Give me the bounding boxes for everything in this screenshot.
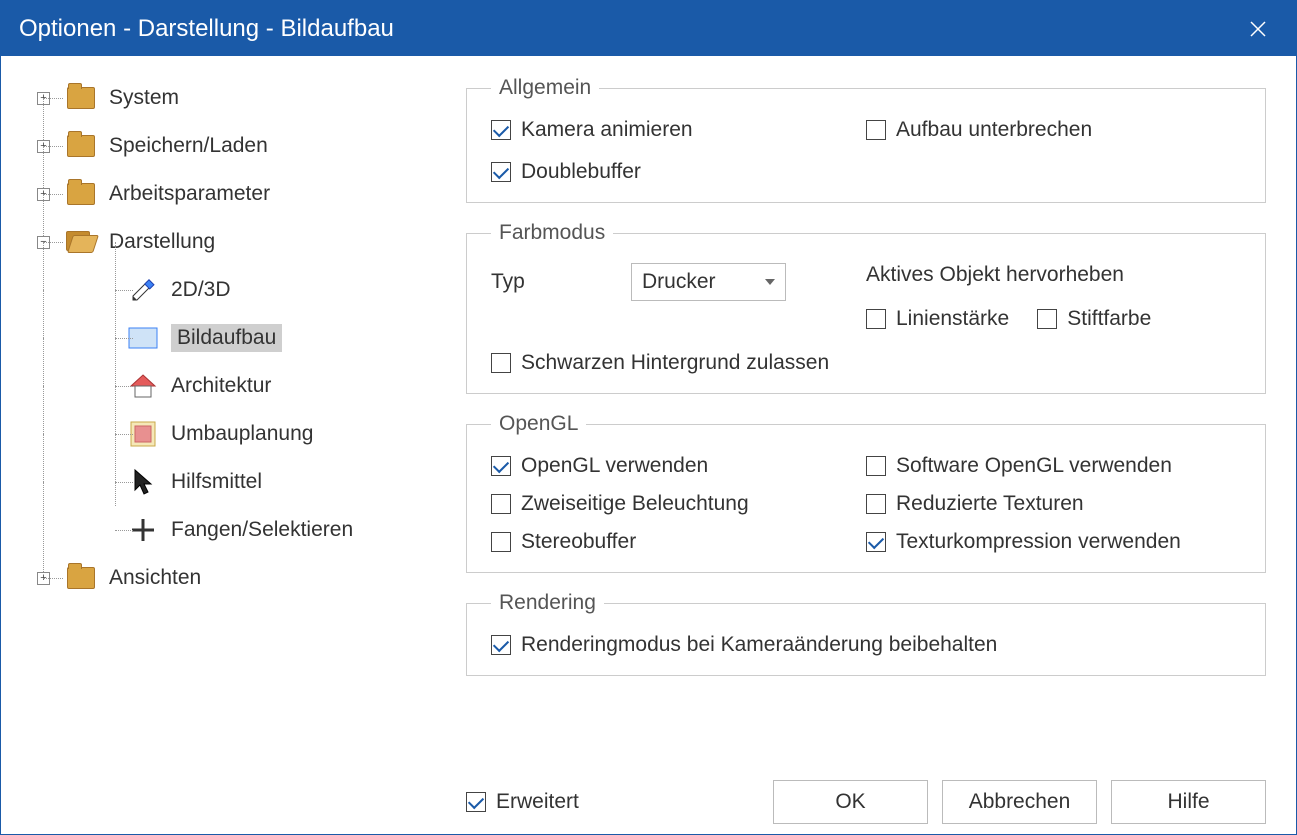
ok-button[interactable]: OK xyxy=(773,780,928,824)
folder-icon xyxy=(65,562,97,594)
typ-label: Typ xyxy=(491,270,561,294)
dialog-footer: Erweitert OK Abbrechen Hilfe xyxy=(466,764,1266,824)
tree-label: Fangen/Selektieren xyxy=(171,518,353,542)
group-opengl: OpenGL OpenGL verwenden Zweiseitige Bele… xyxy=(466,412,1266,573)
checkbox-label: Renderingmodus bei Kameraänderung beibeh… xyxy=(521,633,997,657)
folder-icon xyxy=(65,130,97,162)
group-legend: Farbmodus xyxy=(491,221,613,245)
folder-icon xyxy=(65,82,97,114)
tree-label: Arbeitsparameter xyxy=(109,182,270,206)
aktives-objekt-heading: Aktives Objekt hervorheben xyxy=(866,263,1241,287)
checkbox-zweiseitige-beleuchtung[interactable]: Zweiseitige Beleuchtung xyxy=(491,492,866,516)
tree-item-2d3d[interactable]: 2D/3D xyxy=(31,266,436,314)
checkbox-label: Erweitert xyxy=(496,790,579,814)
close-icon xyxy=(1249,20,1267,38)
checkbox-icon xyxy=(491,353,511,373)
checkbox-label: Zweiseitige Beleuchtung xyxy=(521,492,749,516)
checkbox-label: Linienstärke xyxy=(896,307,1009,331)
checkbox-icon xyxy=(866,532,886,552)
checkbox-icon xyxy=(491,162,511,182)
tree-item-speichern[interactable]: + Speichern/Laden xyxy=(31,122,436,170)
tree-item-architektur[interactable]: Architektur xyxy=(31,362,436,410)
tree-item-fangen[interactable]: Fangen/Selektieren xyxy=(31,506,436,554)
group-legend: Rendering xyxy=(491,591,604,615)
checkbox-label: Reduzierte Texturen xyxy=(896,492,1084,516)
checkbox-icon xyxy=(1037,309,1057,329)
close-button[interactable] xyxy=(1238,9,1278,49)
checkbox-linienstaerke[interactable]: Linienstärke xyxy=(866,307,1009,331)
tree-label: Architektur xyxy=(171,374,271,398)
checkbox-label: Stiftfarbe xyxy=(1067,307,1151,331)
chevron-down-icon xyxy=(765,279,775,285)
checkbox-software-opengl[interactable]: Software OpenGL verwenden xyxy=(866,454,1241,478)
tree-label: Bildaufbau xyxy=(171,324,282,352)
folder-icon xyxy=(65,178,97,210)
checkbox-doublebuffer[interactable]: Doublebuffer xyxy=(491,160,866,184)
tree-item-darstellung[interactable]: − Darstellung xyxy=(31,218,436,266)
tree-item-hilfsmittel[interactable]: Hilfsmittel xyxy=(31,458,436,506)
typ-select[interactable]: Drucker xyxy=(631,263,786,301)
tree-item-system[interactable]: + System xyxy=(31,74,436,122)
checkbox-aufbau-unterbrechen[interactable]: Aufbau unterbrechen xyxy=(866,118,1241,142)
cancel-button[interactable]: Abbrechen xyxy=(942,780,1097,824)
checkbox-icon xyxy=(491,635,511,655)
checkbox-reduzierte-texturen[interactable]: Reduzierte Texturen xyxy=(866,492,1241,516)
title-bar: Optionen - Darstellung - Bildaufbau xyxy=(1,1,1296,56)
checkbox-label: Software OpenGL verwenden xyxy=(896,454,1172,478)
group-legend: OpenGL xyxy=(491,412,586,436)
checkbox-icon xyxy=(866,309,886,329)
tree-label: Umbauplanung xyxy=(171,422,313,446)
checkbox-texturkompression[interactable]: Texturkompression verwenden xyxy=(866,530,1241,554)
checkbox-erweitert[interactable]: Erweitert xyxy=(466,790,579,814)
checkbox-icon xyxy=(866,456,886,476)
checkbox-kamera-animieren[interactable]: Kamera animieren xyxy=(491,118,866,142)
tree-item-arbeitsparameter[interactable]: + Arbeitsparameter xyxy=(31,170,436,218)
tree-label: Speichern/Laden xyxy=(109,134,268,158)
checkbox-stereobuffer[interactable]: Stereobuffer xyxy=(491,530,866,554)
folder-open-icon xyxy=(65,226,97,258)
select-value: Drucker xyxy=(642,270,716,294)
tree-item-bildaufbau[interactable]: Bildaufbau xyxy=(31,314,436,362)
checkbox-icon xyxy=(491,532,511,552)
button-label: Hilfe xyxy=(1167,790,1209,814)
tree-item-ansichten[interactable]: + Ansichten xyxy=(31,554,436,602)
checkbox-icon xyxy=(466,792,486,812)
help-button[interactable]: Hilfe xyxy=(1111,780,1266,824)
checkbox-icon xyxy=(491,456,511,476)
checkbox-icon xyxy=(491,494,511,514)
checkbox-stiftfarbe[interactable]: Stiftfarbe xyxy=(1037,307,1151,331)
checkbox-label: OpenGL verwenden xyxy=(521,454,708,478)
tree-item-umbauplanung[interactable]: Umbauplanung xyxy=(31,410,436,458)
checkbox-label: Schwarzen Hintergrund zulassen xyxy=(521,351,829,375)
tree-label: Hilfsmittel xyxy=(171,470,262,494)
checkbox-label: Texturkompression verwenden xyxy=(896,530,1181,554)
button-label: Abbrechen xyxy=(969,790,1071,814)
window-title: Optionen - Darstellung - Bildaufbau xyxy=(19,15,1238,43)
tree-label: System xyxy=(109,86,179,110)
checkbox-label: Doublebuffer xyxy=(521,160,641,184)
checkbox-icon xyxy=(866,120,886,140)
tree-label: Darstellung xyxy=(109,230,215,254)
group-rendering: Rendering Renderingmodus bei Kameraänder… xyxy=(466,591,1266,676)
checkbox-icon xyxy=(491,120,511,140)
checkbox-renderingmodus[interactable]: Renderingmodus bei Kameraänderung beibeh… xyxy=(491,633,1241,657)
settings-panel: Allgemein Kamera animieren Doublebuffer xyxy=(446,56,1296,834)
tree-label: Ansichten xyxy=(109,566,201,590)
group-allgemein: Allgemein Kamera animieren Doublebuffer xyxy=(466,76,1266,203)
dialog-content: + System + Speichern/Laden + Arbeitspara… xyxy=(1,56,1296,834)
button-label: OK xyxy=(835,790,865,814)
checkbox-label: Aufbau unterbrechen xyxy=(896,118,1092,142)
checkbox-label: Stereobuffer xyxy=(521,530,636,554)
group-legend: Allgemein xyxy=(491,76,599,100)
checkbox-schwarzer-hintergrund[interactable]: Schwarzen Hintergrund zulassen xyxy=(491,351,1241,375)
checkbox-label: Kamera animieren xyxy=(521,118,693,142)
checkbox-opengl-verwenden[interactable]: OpenGL verwenden xyxy=(491,454,866,478)
checkbox-icon xyxy=(866,494,886,514)
nav-tree: + System + Speichern/Laden + Arbeitspara… xyxy=(1,56,446,834)
group-farbmodus: Farbmodus Typ Drucker Aktives Objekt her… xyxy=(466,221,1266,394)
tree-label: 2D/3D xyxy=(171,278,231,302)
